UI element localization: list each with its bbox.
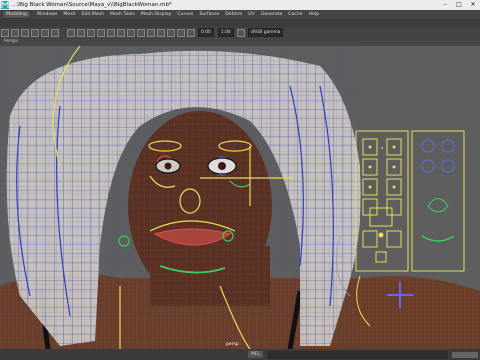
- camera-name-label: persp: [226, 342, 239, 347]
- menu-generate[interactable]: Generate: [258, 10, 285, 19]
- wireframe-icon[interactable]: [137, 28, 145, 37]
- command-line: MEL: [0, 349, 480, 360]
- facial-ui-panel: [355, 130, 465, 272]
- color-management-icon[interactable]: [236, 28, 245, 37]
- menu-cache[interactable]: Cache: [285, 10, 305, 19]
- menu-surfaces[interactable]: Surfaces: [196, 10, 222, 19]
- select-tool-icon[interactable]: [1, 28, 9, 37]
- image-plane-icon[interactable]: [97, 28, 105, 37]
- move-tool-icon[interactable]: [31, 28, 39, 37]
- film-gate-icon[interactable]: [117, 28, 125, 37]
- close-button[interactable]: ✕: [466, 0, 480, 10]
- mel-toggle[interactable]: MEL: [248, 351, 264, 358]
- title-bar: ...\Big Black Woman\Source\Maya_v\\BigBl…: [0, 0, 480, 10]
- camera-attributes-icon[interactable]: [77, 28, 85, 37]
- scale-tool-icon[interactable]: [51, 28, 59, 37]
- workspace-dropdown[interactable]: Modeling: [2, 10, 31, 19]
- lasso-tool-icon[interactable]: [11, 28, 19, 37]
- menu-uv[interactable]: UV: [245, 10, 258, 19]
- color-space-dropdown[interactable]: sRGB gamma: [247, 28, 284, 37]
- menu-curves[interactable]: Curves: [174, 10, 196, 19]
- smooth-shade-icon[interactable]: [147, 28, 155, 37]
- gamma-field[interactable]: 1.00: [217, 28, 234, 37]
- command-input[interactable]: [267, 350, 448, 359]
- status-line: 0.00 1.00 sRGB gamma: [0, 27, 480, 38]
- menu-help[interactable]: Help: [306, 10, 322, 19]
- shelf-toolbar: [0, 19, 480, 27]
- camera-icon[interactable]: [67, 28, 75, 37]
- shadows-icon[interactable]: [177, 28, 185, 37]
- maya-logo-icon: [0, 0, 10, 10]
- bookmark-icon[interactable]: [87, 28, 95, 37]
- maximize-button[interactable]: □: [452, 0, 466, 10]
- menu-deform[interactable]: Deform: [222, 10, 245, 19]
- scene-render: [0, 46, 480, 349]
- grid-icon[interactable]: [107, 28, 115, 37]
- exposure-field[interactable]: 0.00: [198, 28, 214, 37]
- resolution-gate-icon[interactable]: [127, 28, 135, 37]
- minimize-button[interactable]: –: [438, 0, 452, 10]
- menu-mesh-display[interactable]: Mesh Display: [138, 10, 175, 19]
- panel-menu[interactable]: Persps: [0, 38, 480, 46]
- textured-icon[interactable]: [157, 28, 165, 37]
- paint-tool-icon[interactable]: [21, 28, 29, 37]
- isolate-select-icon[interactable]: [187, 28, 195, 37]
- lights-icon[interactable]: [167, 28, 175, 37]
- viewport-3d[interactable]: persp: [0, 46, 480, 349]
- window-title: ...\Big Black Woman\Source\Maya_v\\BigBl…: [12, 2, 172, 8]
- help-line: [452, 351, 478, 358]
- rotate-tool-icon[interactable]: [41, 28, 49, 37]
- facial-ui-frame-left: [355, 130, 409, 272]
- facial-ui-frame-right: [411, 130, 465, 272]
- menu-bar: Modeling Windows Mesh Edit Mesh Mesh Too…: [0, 10, 480, 19]
- menu-mesh-tools[interactable]: Mesh Tools: [107, 10, 138, 19]
- menu-edit-mesh[interactable]: Edit Mesh: [79, 10, 107, 19]
- menu-mesh[interactable]: Mesh: [60, 10, 78, 19]
- menu-windows[interactable]: Windows: [34, 10, 61, 19]
